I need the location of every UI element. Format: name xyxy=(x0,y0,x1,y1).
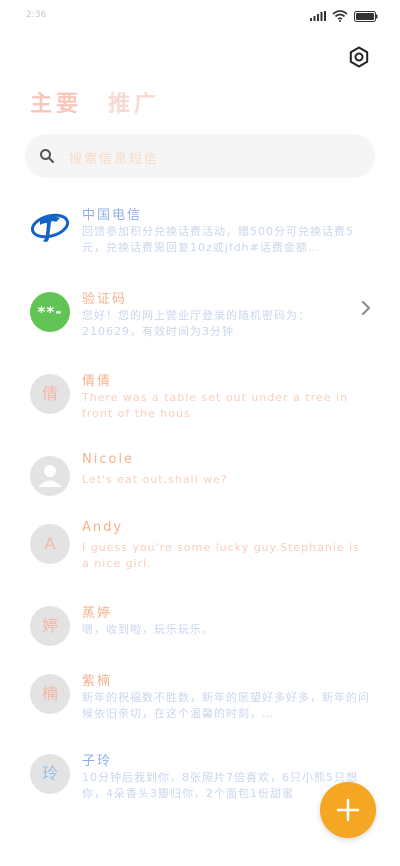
person-icon xyxy=(38,465,62,487)
battery-icon xyxy=(354,10,378,22)
search-icon xyxy=(40,149,54,163)
avatar: A xyxy=(30,524,70,564)
message-row[interactable]: Nicole Let's eat out,shall we? xyxy=(0,444,400,516)
avatar: 楠 xyxy=(30,674,70,714)
message-preview: 嗯，收到啦，玩乐玩乐。 xyxy=(82,623,214,636)
tab-main[interactable]: 主要 xyxy=(30,86,82,118)
china-telecom-logo-icon xyxy=(30,213,70,242)
message-preview: Let's eat out,shall we? xyxy=(82,473,228,486)
message-row[interactable]: A Andy I guess you're some lucky guy.Ste… xyxy=(0,512,400,584)
sender-name: 倩倩 xyxy=(82,374,113,389)
message-row[interactable]: 中国电信 回馈参加积分兑换话费活动，赠500分可兑换话费5元，兑换话费需回复10… xyxy=(0,196,400,268)
sender-name: 验证码 xyxy=(82,292,128,307)
status-icons xyxy=(310,10,378,22)
avatar xyxy=(30,208,70,248)
sender-name: 子玲 xyxy=(82,754,113,769)
message-preview: 您好！您的网上营业厅登录的随机密码为：210629，有效时间为3分钟 xyxy=(82,309,310,338)
plus-icon xyxy=(336,798,360,822)
search-input[interactable]: 搜索信息短信 xyxy=(25,134,375,178)
wifi-icon xyxy=(332,10,348,22)
sender-name: 中国电信 xyxy=(82,208,143,223)
message-row[interactable]: **- 验证码 您好！您的网上营业厅登录的随机密码为：210629，有效时间为3… xyxy=(0,280,400,352)
message-row[interactable]: 倩 倩倩 There was a table set out under a t… xyxy=(0,362,400,434)
avatar: **- xyxy=(30,292,70,332)
page-title: 主要 推广 xyxy=(30,86,160,118)
status-time: 2:36 xyxy=(26,10,47,20)
signal-icon xyxy=(310,11,326,21)
message-preview: 回馈参加积分兑换话费活动，赠500分可兑换话费5元，兑换话费需回复10z或jfd… xyxy=(82,225,354,254)
avatar xyxy=(30,456,70,496)
avatar: 倩 xyxy=(30,374,70,414)
search-placeholder: 搜索信息短信 xyxy=(69,152,160,167)
avatar: 玲 xyxy=(30,754,70,794)
message-row[interactable]: 婷 蒸婷 嗯，收到啦，玩乐玩乐。 xyxy=(0,594,400,666)
message-preview: 新年的祝福数不胜数，新年的愿望好多好多，新年的问候依旧亲切，在这个温馨的时刻，… xyxy=(82,691,370,720)
message-preview: There was a table set out under a tree i… xyxy=(82,391,348,420)
sender-name: Nicole xyxy=(82,452,135,467)
tab-promotion[interactable]: 推广 xyxy=(108,86,160,118)
message-row[interactable]: 楠 紫楠 新年的祝福数不胜数，新年的愿望好多好多，新年的问候依旧亲切，在这个温馨… xyxy=(0,662,400,734)
settings-button[interactable] xyxy=(348,46,370,68)
settings-icon xyxy=(349,46,369,68)
new-message-button[interactable] xyxy=(320,782,376,838)
sender-name: Andy xyxy=(82,520,124,535)
sender-name: 蒸婷 xyxy=(82,606,113,621)
sender-name: 紫楠 xyxy=(82,674,113,689)
status-bar: 2:36 xyxy=(0,0,400,34)
chevron-right-icon[interactable] xyxy=(360,300,372,316)
avatar: 婷 xyxy=(30,606,70,646)
message-preview: I guess you're some lucky guy.Stephanie … xyxy=(82,541,360,570)
